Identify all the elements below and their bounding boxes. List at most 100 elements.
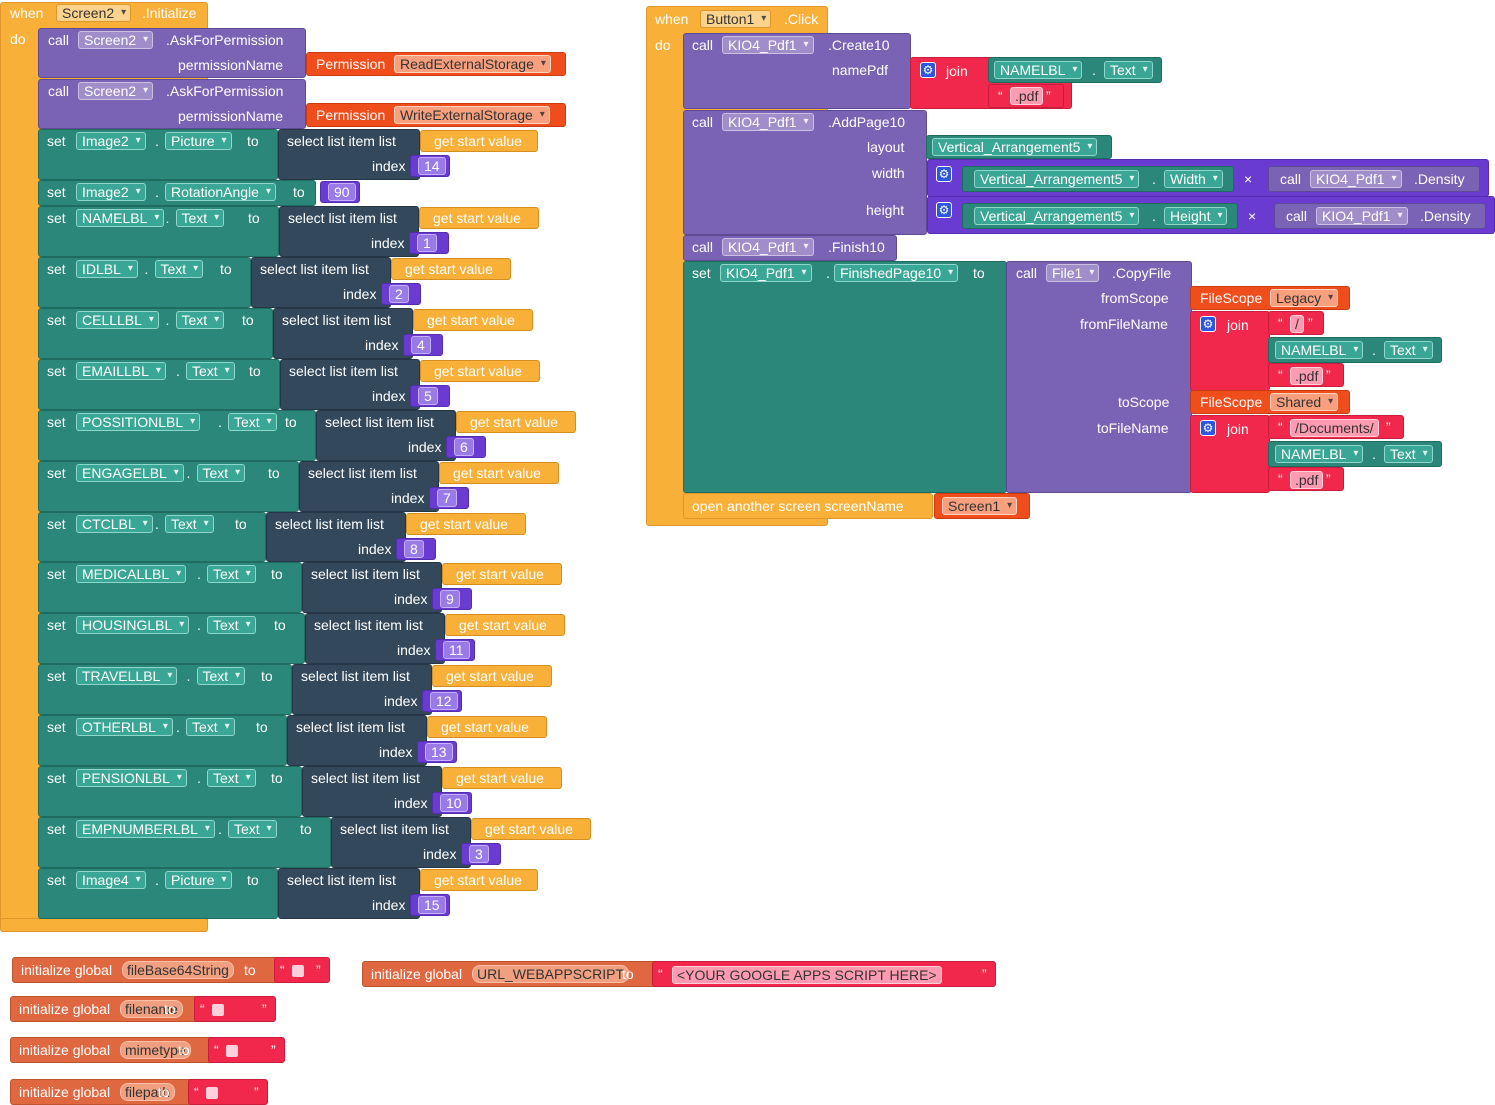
arrangement-dropdown[interactable]: Vertical_Arrangement5 <box>974 170 1140 188</box>
set-keyword: set <box>47 516 66 532</box>
arrangement-dropdown[interactable]: Vertical_Arrangement5 <box>974 207 1140 225</box>
empty-string-field[interactable] <box>212 1000 224 1018</box>
index-number-field[interactable]: 1 <box>417 234 437 252</box>
empty-string-field[interactable] <box>226 1041 238 1059</box>
index-number-field[interactable]: 9 <box>440 590 460 608</box>
property-dropdown[interactable]: Text <box>186 362 235 380</box>
height-property-dropdown[interactable]: Height <box>1164 207 1228 225</box>
property-dropdown[interactable]: RotationAngle <box>165 183 276 201</box>
dot-separator: . <box>176 363 180 379</box>
component-dropdown[interactable]: ENGAGELBL <box>76 464 184 482</box>
index-number-field[interactable]: 7 <box>437 489 457 507</box>
permission-dropdown[interactable]: WriteExternalStorage <box>394 106 550 124</box>
component-dropdown[interactable]: IDLBL <box>76 260 138 278</box>
mutator-gear-icon[interactable]: ⚙ <box>920 62 936 78</box>
index-number-field[interactable]: 4 <box>411 336 431 354</box>
pdf-component-dropdown[interactable]: KIO4_Pdf1 <box>722 113 814 131</box>
component-dropdown[interactable]: EMAILLBL <box>76 362 166 380</box>
property-dropdown[interactable]: Text <box>175 209 225 227</box>
property-dropdown[interactable]: Text <box>165 515 214 533</box>
global-name-field[interactable]: URL_WEBAPPSCRIPT <box>472 965 630 983</box>
property-dropdown[interactable]: Text <box>196 464 246 482</box>
screen1-dropdown[interactable]: Screen1 <box>942 497 1018 515</box>
slash-string-field[interactable]: / <box>1290 315 1304 333</box>
dot-separator: . <box>1372 342 1376 358</box>
index-number-field[interactable]: 3 <box>469 845 489 863</box>
index-number-field[interactable]: 11 <box>443 641 470 659</box>
to-scope-socket-label: toScope <box>1118 394 1170 410</box>
text-property-dropdown[interactable]: Text <box>1384 445 1433 463</box>
mutator-gear-icon[interactable]: ⚙ <box>936 202 952 218</box>
screen2-component-dropdown[interactable]: Screen2 <box>78 82 154 100</box>
screen2-component-dropdown[interactable]: Screen2 <box>78 31 154 49</box>
mutator-gear-icon[interactable]: ⚙ <box>936 166 952 182</box>
pdf-component-dropdown[interactable]: KIO4_Pdf1 <box>722 238 814 256</box>
mutator-gear-icon[interactable]: ⚙ <box>1200 316 1216 332</box>
index-number-field[interactable]: 2 <box>389 285 409 303</box>
set-finished-page-block[interactable] <box>683 261 1007 493</box>
component-dropdown[interactable]: PENSIONLBL <box>76 769 187 787</box>
property-dropdown[interactable]: Text <box>175 311 225 329</box>
component-dropdown[interactable]: Image2 <box>76 132 146 150</box>
property-dropdown[interactable]: Picture <box>165 871 232 889</box>
file-component-dropdown[interactable]: File1 <box>1046 264 1100 282</box>
permission-name-socket-label: permissionName <box>178 57 284 73</box>
component-dropdown[interactable]: TRAVELLBL <box>76 667 178 685</box>
mutator-gear-icon[interactable]: ⚙ <box>1200 420 1216 436</box>
finished-page-property-dropdown[interactable]: FinishedPage10 <box>834 264 959 282</box>
index-number-field[interactable]: 15 <box>418 896 446 914</box>
namelbl-dropdown[interactable]: NAMELBL <box>1275 445 1364 463</box>
index-number-field[interactable]: 5 <box>418 387 438 405</box>
index-number-field[interactable]: 12 <box>430 692 458 710</box>
index-number-field[interactable]: 13 <box>425 743 453 761</box>
component-dropdown[interactable]: POSSITIONLBL <box>76 413 201 431</box>
component-dropdown[interactable]: HOUSINGLBL <box>76 616 190 634</box>
button1-component-dropdown[interactable]: Button1 <box>700 10 772 28</box>
index-number-field[interactable]: 14 <box>418 157 446 175</box>
pdf-string-field[interactable]: .pdf <box>1010 87 1044 105</box>
component-dropdown[interactable]: Image4 <box>76 871 146 889</box>
pdf-component-dropdown[interactable]: KIO4_Pdf1 <box>722 36 814 54</box>
property-dropdown[interactable]: Text <box>196 667 246 685</box>
namelbl-dropdown[interactable]: NAMELBL <box>1275 341 1364 359</box>
component-dropdown[interactable]: Image2 <box>76 183 146 201</box>
property-dropdown[interactable]: Text <box>186 718 235 736</box>
documents-string-field[interactable]: /Documents/ <box>1290 419 1379 437</box>
index-number-field[interactable]: 6 <box>454 438 474 456</box>
width-property-dropdown[interactable]: Width <box>1164 170 1223 188</box>
pdf-component-dropdown[interactable]: KIO4_Pdf1 <box>1310 170 1402 188</box>
component-dropdown[interactable]: EMPNUMBERLBL <box>76 820 215 838</box>
screen2-component-dropdown[interactable]: Screen2 <box>56 4 132 22</box>
empty-string-field[interactable] <box>206 1083 218 1101</box>
pdf-string-field[interactable]: .pdf <box>1290 471 1324 489</box>
property-dropdown[interactable]: Text <box>228 820 277 838</box>
pdf-component-dropdown[interactable]: KIO4_Pdf1 <box>720 264 812 282</box>
legacy-scope-dropdown[interactable]: Legacy <box>1270 289 1339 307</box>
pdf-string-field[interactable]: .pdf <box>1290 367 1324 385</box>
property-dropdown[interactable]: Picture <box>165 132 232 150</box>
select-list-item-label: select list item list <box>340 821 449 837</box>
text-property-dropdown[interactable]: Text <box>1384 341 1433 359</box>
global-name-field[interactable]: fileBase64String <box>122 961 234 979</box>
string-value-field[interactable]: <YOUR GOOGLE APPS SCRIPT HERE> <box>672 966 942 984</box>
pdf-component-dropdown[interactable]: KIO4_Pdf1 <box>1316 207 1408 225</box>
rotation-number-field[interactable]: 90 <box>328 183 356 201</box>
property-dropdown[interactable]: Text <box>228 413 277 431</box>
arrangement-dropdown[interactable]: Vertical_Arrangement5 <box>932 138 1098 156</box>
component-dropdown[interactable]: CELLLBL <box>76 311 159 329</box>
text-property-dropdown[interactable]: Text <box>1104 61 1153 79</box>
component-dropdown[interactable]: NAMELBL <box>76 209 165 227</box>
property-dropdown[interactable]: Text <box>154 260 204 278</box>
component-dropdown[interactable]: OTHERLBL <box>76 718 173 736</box>
permission-dropdown[interactable]: ReadExternalStorage <box>394 55 551 73</box>
index-number-field[interactable]: 8 <box>404 540 424 558</box>
index-number-field[interactable]: 10 <box>440 794 468 812</box>
shared-scope-dropdown[interactable]: Shared <box>1270 393 1339 411</box>
property-dropdown[interactable]: Text <box>207 616 256 634</box>
component-dropdown[interactable]: CTCLBL <box>76 515 153 533</box>
component-dropdown[interactable]: MEDICALLBL <box>76 565 187 583</box>
property-dropdown[interactable]: Text <box>207 769 256 787</box>
property-dropdown[interactable]: Text <box>207 565 256 583</box>
namelbl-dropdown[interactable]: NAMELBL <box>994 61 1083 79</box>
empty-string-field[interactable] <box>292 961 304 979</box>
